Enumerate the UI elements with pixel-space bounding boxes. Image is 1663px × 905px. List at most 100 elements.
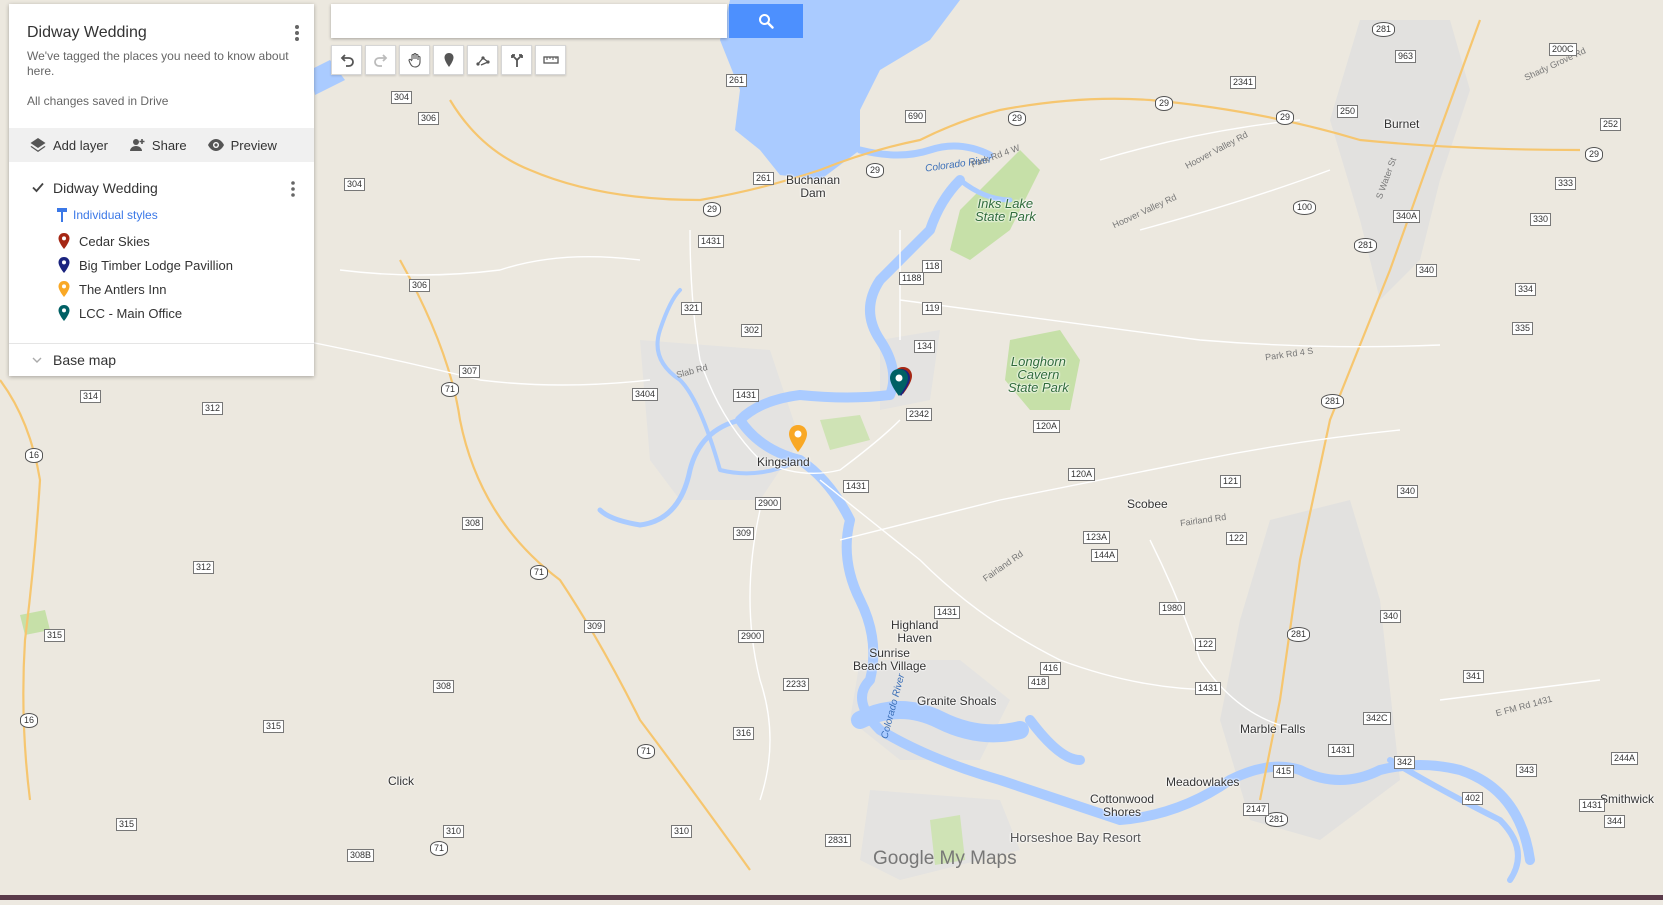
map-marker-lcc-main-office[interactable] bbox=[888, 368, 910, 398]
map-description[interactable]: We've tagged the places you need to know… bbox=[27, 49, 297, 79]
highway-shield: 100 bbox=[1293, 200, 1317, 215]
base-map-toggle[interactable]: Base map bbox=[9, 344, 314, 376]
highway-shield: 315 bbox=[44, 629, 66, 642]
highway-shield: 340 bbox=[1380, 610, 1402, 623]
highway-shield: 316 bbox=[733, 727, 755, 740]
highway-shield: 330 bbox=[1530, 213, 1552, 226]
highway-shield: 29 bbox=[1585, 147, 1604, 162]
ruler-icon bbox=[542, 56, 559, 64]
poi-label-horseshoe-bay: Horseshoe Bay Resort bbox=[1010, 830, 1141, 845]
highway-shield: 690 bbox=[905, 110, 927, 123]
highway-shield: 415 bbox=[1273, 765, 1295, 778]
highway-shield: 29 bbox=[866, 163, 885, 178]
highway-shield: 416 bbox=[1040, 662, 1062, 675]
draw-line-button[interactable] bbox=[467, 45, 498, 75]
layer-options-icon[interactable] bbox=[290, 180, 296, 198]
highway-shield: 1980 bbox=[1159, 602, 1186, 615]
highway-shield: 281 bbox=[1354, 238, 1378, 253]
town-label-granite-shoals: Granite Shoals bbox=[917, 694, 997, 708]
draw-line-icon bbox=[475, 56, 490, 66]
preview-button[interactable]: Preview bbox=[207, 136, 277, 154]
highway-shield: 306 bbox=[418, 112, 440, 125]
eye-icon bbox=[207, 139, 224, 151]
google-wordmark: Google bbox=[873, 848, 935, 869]
highway-shield: 314 bbox=[80, 390, 102, 403]
map-title[interactable]: Didway Wedding bbox=[27, 24, 147, 42]
redo-button[interactable] bbox=[365, 45, 396, 75]
highway-shield: 281 bbox=[1287, 627, 1311, 642]
highway-shield: 334 bbox=[1515, 283, 1537, 296]
highway-shield: 244A bbox=[1611, 752, 1639, 765]
place-item-big-timber[interactable]: Big Timber Lodge Pavillion bbox=[53, 256, 233, 274]
add-layer-label: Add layer bbox=[53, 137, 108, 153]
highway-shield: 1431 bbox=[698, 235, 725, 248]
marker-icon bbox=[58, 305, 70, 321]
highway-shield: 122 bbox=[1226, 532, 1248, 545]
highway-shield: 1431 bbox=[733, 389, 760, 402]
highway-shield: 310 bbox=[443, 825, 465, 838]
town-label-sunrise-beach: Sunrise Beach Village bbox=[853, 646, 927, 673]
place-item-lcc-main-office[interactable]: LCC - Main Office bbox=[53, 304, 182, 322]
redo-icon bbox=[373, 54, 387, 67]
town-label-highland-haven: Highland Haven bbox=[891, 618, 939, 645]
highway-shield: 200C bbox=[1549, 43, 1577, 56]
my-maps-wordmark: My Maps bbox=[934, 848, 1017, 869]
highway-shield: 308B bbox=[347, 849, 375, 862]
measure-button[interactable] bbox=[535, 45, 566, 75]
save-status: All changes saved in Drive bbox=[27, 94, 169, 108]
add-layer-button[interactable]: Add layer bbox=[29, 136, 108, 154]
marker-icon bbox=[58, 233, 70, 249]
bottom-edge-bar bbox=[0, 895, 1663, 900]
highway-shield: 304 bbox=[344, 178, 366, 191]
select-items-button[interactable] bbox=[399, 45, 430, 75]
place-item-antlers-inn[interactable]: The Antlers Inn bbox=[53, 280, 166, 298]
highway-shield: 2147 bbox=[1243, 803, 1270, 816]
marker-icon bbox=[444, 53, 453, 67]
highway-shield: 118 bbox=[922, 260, 943, 273]
layer-name[interactable]: Didway Wedding bbox=[53, 180, 158, 196]
highway-shield: 1431 bbox=[1195, 682, 1222, 695]
highway-shield: 2233 bbox=[783, 678, 810, 691]
town-label-meadowlakes: Meadowlakes bbox=[1166, 775, 1240, 789]
highway-shield: 402 bbox=[1462, 792, 1484, 805]
search-button[interactable] bbox=[729, 4, 803, 38]
highway-shield: 1188 bbox=[899, 272, 925, 285]
highway-shield: 252 bbox=[1600, 118, 1622, 131]
highway-shield: 310 bbox=[671, 825, 693, 838]
highway-shield: 261 bbox=[753, 172, 775, 185]
highway-shield: 121 bbox=[1220, 475, 1242, 488]
highway-shield: 281 bbox=[1321, 394, 1345, 409]
highway-shield: 2900 bbox=[755, 497, 782, 510]
add-marker-button[interactable] bbox=[433, 45, 464, 75]
highway-shield: 261 bbox=[726, 74, 748, 87]
highway-shield: 312 bbox=[202, 402, 224, 415]
highway-shield: 2900 bbox=[738, 630, 765, 643]
place-label: LCC - Main Office bbox=[79, 305, 183, 321]
highway-shield: 309 bbox=[584, 620, 606, 633]
map-marker-antlers-inn[interactable] bbox=[787, 424, 809, 454]
highway-shield: 71 bbox=[430, 841, 449, 856]
highway-shield: 344 bbox=[1604, 815, 1626, 828]
individual-styles-link[interactable]: Individual styles bbox=[73, 208, 158, 222]
highway-shield: 250 bbox=[1337, 105, 1359, 118]
more-options-icon[interactable] bbox=[290, 23, 304, 43]
highway-shield: 120A bbox=[1033, 420, 1061, 433]
search-input[interactable] bbox=[331, 4, 727, 38]
highway-shield: 119 bbox=[922, 302, 943, 315]
undo-button[interactable] bbox=[331, 45, 362, 75]
highway-shield: 312 bbox=[193, 561, 215, 574]
highway-shield: 71 bbox=[530, 565, 549, 580]
place-item-cedar-skies[interactable]: Cedar Skies bbox=[53, 232, 150, 250]
highway-shield: 418 bbox=[1028, 676, 1050, 689]
layer-visibility-checkbox[interactable] bbox=[31, 180, 45, 194]
highway-shield: 1431 bbox=[934, 606, 961, 619]
highway-shield: 2342 bbox=[906, 408, 933, 421]
highway-shield: 321 bbox=[681, 302, 703, 315]
paint-brush-icon bbox=[57, 208, 67, 222]
share-button[interactable]: Share bbox=[128, 136, 187, 154]
highway-shield: 1431 bbox=[843, 480, 870, 493]
highway-shield: 315 bbox=[263, 720, 285, 733]
town-label-scobee: Scobee bbox=[1127, 497, 1168, 511]
undo-icon bbox=[340, 54, 354, 67]
add-directions-button[interactable] bbox=[501, 45, 532, 75]
